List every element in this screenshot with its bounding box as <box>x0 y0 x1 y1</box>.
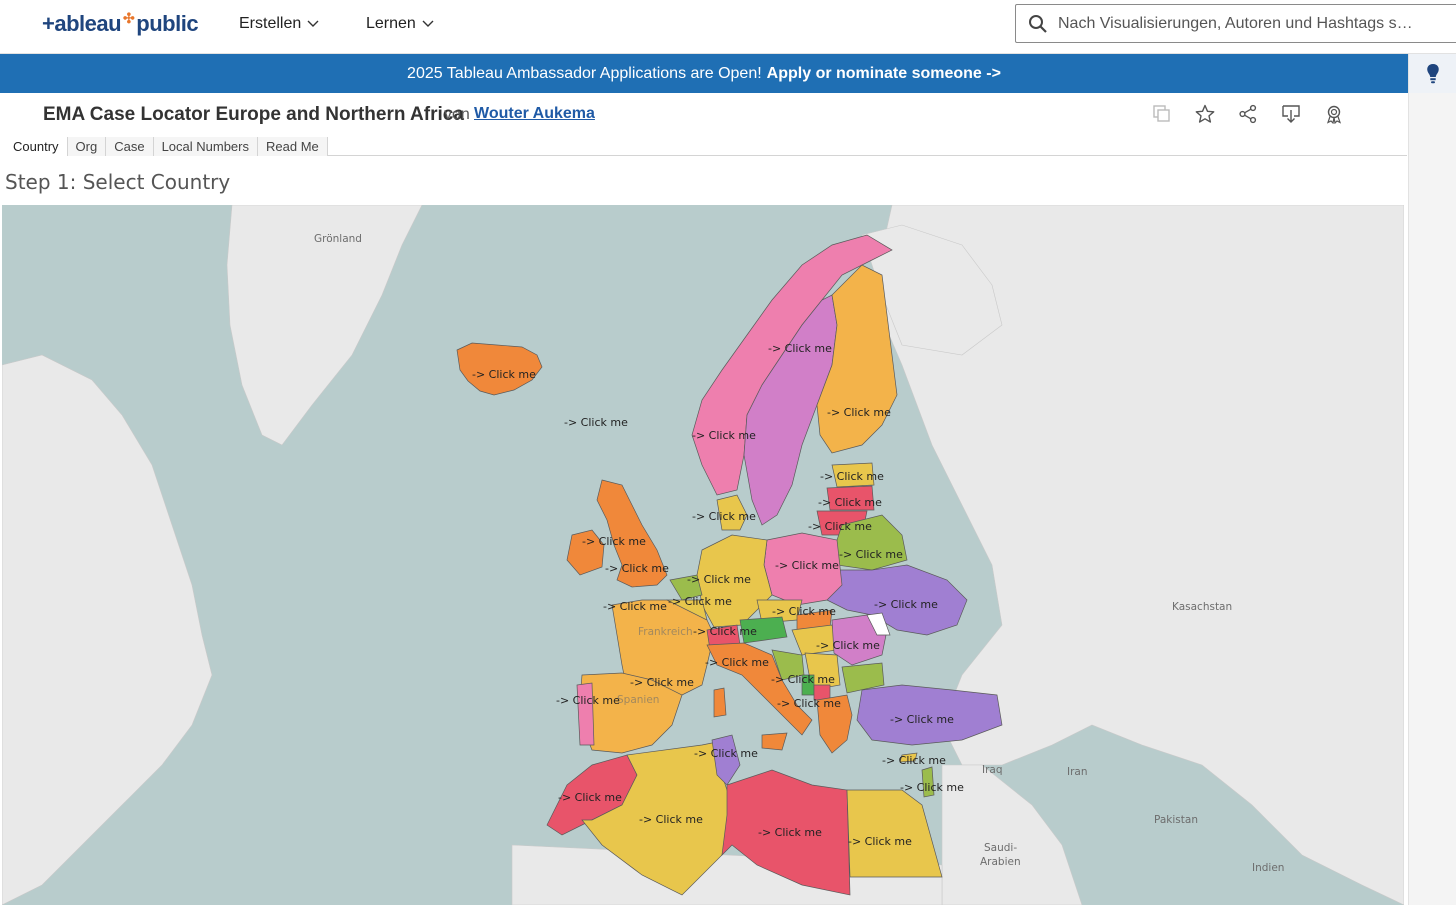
click-me-tunisia[interactable]: -> Click me <box>694 747 758 760</box>
copy-icon <box>1153 105 1170 122</box>
click-me-denmark[interactable]: -> Click me <box>692 510 756 523</box>
click-me-libya[interactable]: -> Click me <box>758 826 822 839</box>
geo-label-saudi-2: Arabien <box>980 856 1021 868</box>
lightbulb-button[interactable] <box>1409 54 1456 93</box>
search-box[interactable] <box>1015 4 1456 43</box>
logo-cross-icon: ✣ <box>123 9 135 26</box>
viz-title: EMA Case Locator Europe and Northern Afr… <box>43 104 464 125</box>
right-rail <box>1408 54 1456 905</box>
viz-title-bar: EMA Case Locator Europe and Northern Afr… <box>0 93 1408 137</box>
chevron-down-icon <box>422 20 434 27</box>
country-sardinia[interactable] <box>713 687 727 718</box>
step-title: Step 1: Select Country <box>5 170 231 194</box>
click-me-iceland[interactable]: -> Click me <box>472 368 536 381</box>
download-icon <box>1282 105 1300 123</box>
country-sicily[interactable] <box>761 732 788 751</box>
click-me-portugal[interactable]: -> Click me <box>556 694 620 707</box>
country-egypt[interactable] <box>846 789 943 878</box>
share-button[interactable] <box>1238 101 1258 127</box>
nav-lernen[interactable]: Lernen <box>366 12 434 36</box>
geo-label-france: Frankreich <box>638 626 693 638</box>
geo-label-iraq: Iraq <box>982 764 1003 776</box>
tab-org[interactable]: Org <box>67 137 107 156</box>
tableau-public-logo[interactable]: +ableau ✣ public <box>42 8 199 40</box>
click-me-cyprus[interactable]: -> Click me <box>882 754 946 767</box>
favorite-button[interactable] <box>1195 101 1215 127</box>
badge-button[interactable] <box>1324 101 1344 127</box>
click-me-switzerland[interactable]: -> Click me <box>693 625 757 638</box>
click-me-serbia[interactable]: -> Click me <box>771 673 835 686</box>
star-icon <box>1195 104 1215 123</box>
copy-button[interactable] <box>1152 101 1172 127</box>
click-me-united-kingdom[interactable]: -> Click me <box>605 562 669 575</box>
geo-label-pakistan: Pakistan <box>1154 814 1198 826</box>
click-me-ireland[interactable]: -> Click me <box>582 535 646 548</box>
click-me-ukraine[interactable]: -> Click me <box>874 598 938 611</box>
geo-label-india: Indien <box>1252 862 1284 874</box>
click-me-czechia[interactable]: -> Click me <box>772 605 836 618</box>
country-map[interactable]: Grönland Kasachstan Iraq Iran Saudi- Ara… <box>2 205 1404 905</box>
click-me-france[interactable]: -> Click me <box>630 676 694 689</box>
dashboard-tabs: Country Org Case Local Numbers Read Me <box>5 137 1407 156</box>
geo-label-saudi-1: Saudi- <box>984 842 1017 854</box>
click-me-poland[interactable]: -> Click me <box>775 559 839 572</box>
country-portugal[interactable] <box>576 682 595 746</box>
click-me-faroe[interactable]: -> Click me <box>564 416 628 429</box>
click-me-egypt[interactable]: -> Click me <box>848 835 912 848</box>
banner-text: 2025 Tableau Ambassador Applications are… <box>407 64 762 82</box>
badge-icon <box>1326 105 1342 124</box>
nav-lernen-label: Lernen <box>366 15 416 32</box>
nav-erstellen[interactable]: Erstellen <box>239 12 319 36</box>
map-canvas[interactable]: Grönland Kasachstan Iraq Iran Saudi- Ara… <box>2 205 1404 905</box>
click-me-sweden[interactable]: -> Click me <box>768 342 832 355</box>
click-me-turkey[interactable]: -> Click me <box>890 713 954 726</box>
logo-text-left: +ableau <box>42 11 122 36</box>
author-link[interactable]: Wouter Aukema <box>474 105 595 123</box>
lightbulb-icon <box>1427 63 1439 83</box>
search-input[interactable] <box>1058 14 1438 33</box>
click-me-belgium[interactable]: -> Click me <box>603 600 667 613</box>
geo-label-greenland: Grönland <box>314 233 362 245</box>
logo-text-right: public <box>136 11 199 36</box>
click-me-norway[interactable]: -> Click me <box>692 429 756 442</box>
click-me-estonia[interactable]: -> Click me <box>820 470 884 483</box>
click-me-greece[interactable]: -> Click me <box>777 697 841 710</box>
tab-read-me[interactable]: Read Me <box>258 137 328 156</box>
click-me-israel[interactable]: -> Click me <box>900 781 964 794</box>
geo-label-iran: Iran <box>1067 766 1088 778</box>
search-icon <box>1029 14 1047 33</box>
tab-case[interactable]: Case <box>106 137 154 156</box>
viz-actions <box>1152 101 1344 127</box>
share-icon <box>1239 104 1257 124</box>
click-me-morocco[interactable]: -> Click me <box>558 791 622 804</box>
download-button[interactable] <box>1281 101 1301 127</box>
announcement-banner: 2025 Tableau Ambassador Applications are… <box>0 54 1408 93</box>
tab-local-numbers[interactable]: Local Numbers <box>153 137 258 156</box>
geo-label-kazakhstan: Kasachstan <box>1172 601 1232 613</box>
tab-country[interactable]: Country <box>5 137 68 156</box>
banner-cta-link[interactable]: Apply or nominate someone -> <box>767 65 1001 83</box>
click-me-austria[interactable]: -> Click me <box>705 656 769 669</box>
author-prefix: von <box>444 106 470 123</box>
chevron-down-icon <box>307 20 319 27</box>
click-me-latvia[interactable]: -> Click me <box>818 496 882 509</box>
click-me-belarus[interactable]: -> Click me <box>839 548 903 561</box>
click-me-finland[interactable]: -> Click me <box>827 406 891 419</box>
geo-label-spain: Spanien <box>617 694 659 706</box>
click-me-germany[interactable]: -> Click me <box>687 573 751 586</box>
click-me-algeria[interactable]: -> Click me <box>639 813 703 826</box>
top-navigation: +ableau ✣ public Erstellen Lernen <box>0 0 1456 54</box>
click-me-netherlands[interactable]: -> Click me <box>668 595 732 608</box>
click-me-lithuania[interactable]: -> Click me <box>808 520 872 533</box>
nav-erstellen-label: Erstellen <box>239 15 302 32</box>
click-me-romania[interactable]: -> Click me <box>816 639 880 652</box>
